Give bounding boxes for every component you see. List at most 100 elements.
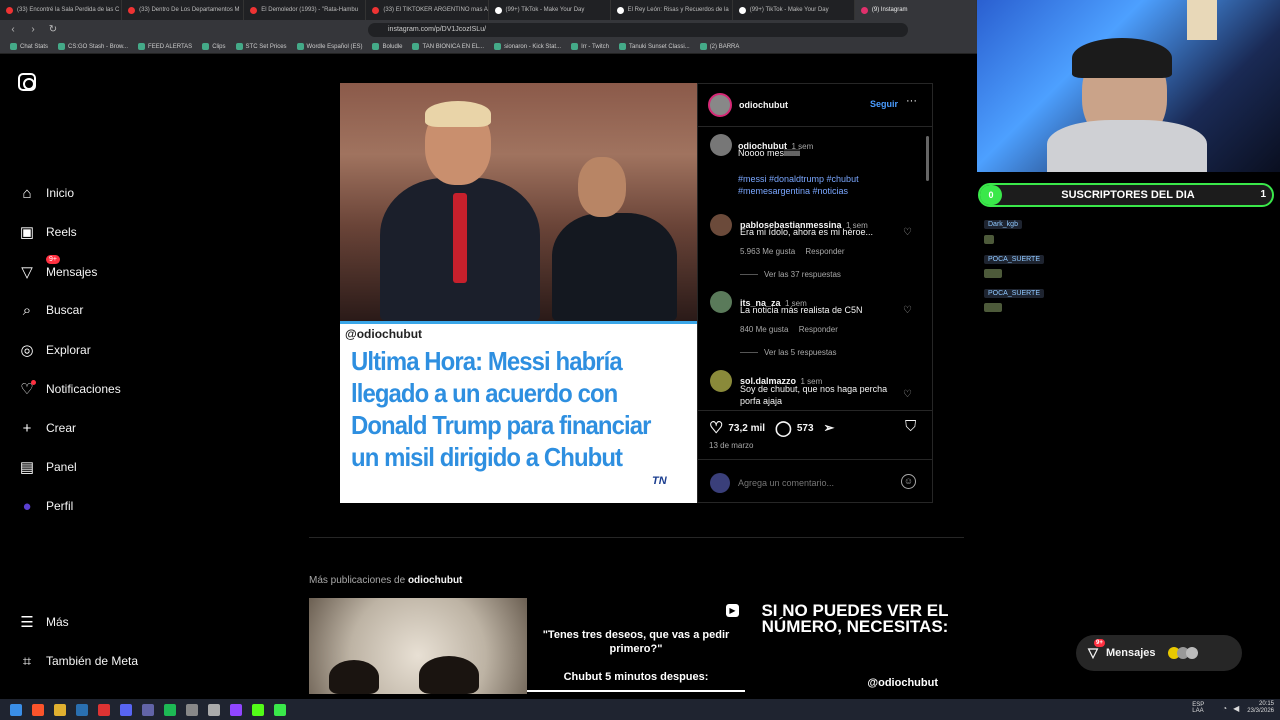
twitch-icon[interactable] [230, 703, 242, 716]
post-thumbnail[interactable]: SI NO PUEDES VER EL NÚMERO, NECESITAS: @… [746, 598, 964, 694]
more-posts-user[interactable]: odiochubut [408, 575, 462, 586]
post-image[interactable]: @odiochubut Ultima Hora: Messi habría ll… [340, 83, 697, 503]
discord-icon[interactable] [120, 703, 132, 716]
sidebar-item-explorar[interactable]: ◎ Explorar [18, 340, 90, 360]
address-bar[interactable]: instagram.com/p/DV1JcozISLu/ [368, 23, 908, 37]
sidebar-item-mensajes[interactable]: 9+ ▽ Mensajes [18, 255, 97, 282]
comment-input[interactable] [738, 476, 888, 490]
tab-favicon-icon [6, 6, 13, 14]
like-icon[interactable]: ♡ [709, 418, 723, 438]
chrome-icon[interactable] [98, 703, 110, 716]
browser-tab[interactable]: (33) Encontré la Sala Perdida de las C [0, 0, 123, 20]
folder-icon[interactable] [54, 703, 66, 716]
app-icon[interactable] [208, 703, 220, 716]
browser-tab[interactable]: El Demoledor (1993) - "Rata-Hambu [244, 0, 367, 20]
bookmark-favicon-icon [412, 43, 420, 50]
subscribers-bar: 0 SUSCRIPTORES DEL DIA 1 [978, 183, 1274, 207]
bookmark-item[interactable]: Irr - Twitch [571, 43, 609, 50]
share-icon[interactable]: ➢ [824, 420, 835, 436]
comment-likes[interactable]: 840 Me gusta [740, 325, 788, 334]
heart-icon[interactable]: ♡ [903, 305, 912, 316]
bookmark-item[interactable]: Clips [202, 43, 226, 50]
follow-button[interactable]: Seguir [870, 99, 898, 109]
steam-icon[interactable] [76, 703, 88, 716]
browser-tab[interactable]: El Rey León: Risas y Recuerdos de la [611, 0, 733, 20]
sidebar-item-crear[interactable]: + Crear [18, 418, 76, 438]
obs-icon[interactable] [274, 703, 286, 716]
bookmark-item[interactable]: Boludle [372, 43, 402, 50]
author-avatar[interactable] [708, 93, 732, 117]
comment-likes[interactable]: 5.963 Me gusta [740, 247, 795, 256]
bookmark-item[interactable]: STC Set Prices [235, 43, 287, 50]
caption-hashtags[interactable]: #messi #donaldtrump #chubut #memesargent… [738, 173, 888, 197]
post-date: 13 de marzo [709, 441, 754, 450]
wifi-icon[interactable]: ◔ [1222, 704, 1227, 713]
more-options-icon[interactable]: ··· [906, 95, 917, 107]
heart-icon[interactable]: ♡ [903, 389, 912, 400]
save-bookmark-icon[interactable]: ⛉ [905, 418, 916, 435]
sidebar-item-panel[interactable]: ▤ Panel [18, 457, 77, 477]
bookmark-favicon-icon [235, 43, 243, 50]
comment-avatar[interactable] [710, 214, 732, 236]
sidebar-item-notificaciones[interactable]: ♡ Notificaciones [18, 379, 121, 399]
caption-text: Noooo mesiiiiiiii [738, 148, 801, 158]
clock-time[interactable]: 20:15 [1259, 701, 1274, 708]
system-tray: ESP LAA ◔ ◀ 20:15 23/3/2026 [1192, 701, 1274, 715]
heart-icon[interactable]: ♡ [903, 227, 912, 238]
bookmark-item[interactable]: sionaron - Kick Stat... [494, 43, 561, 50]
browser-tab[interactable]: (99+) TikTok - Make Your Day [489, 0, 611, 20]
sidebar-item-perfil[interactable]: ● Perfil [18, 496, 73, 516]
reply-button[interactable]: Responder [799, 325, 838, 334]
author-name[interactable]: odiochubut [739, 100, 788, 110]
messages-pill[interactable]: ▽ 9+ Mensajes [1076, 635, 1242, 671]
reply-button[interactable]: Responder [805, 247, 844, 256]
start-icon[interactable] [10, 703, 22, 716]
brave-icon[interactable] [32, 703, 44, 716]
comment-icon[interactable]: ◯ [775, 419, 792, 437]
bookmark-item[interactable]: FEED ALERTAS [138, 43, 192, 50]
spotify-icon[interactable] [164, 703, 176, 716]
view-replies[interactable]: Ver las 37 respuestas [740, 270, 841, 279]
tab-label: (33) Dentro De Los Departamentos M [139, 7, 240, 13]
clock-date[interactable]: 23/3/2026 [1247, 708, 1274, 715]
bookmark-item[interactable]: Tanuki Sunset Classi... [618, 43, 690, 50]
sidebar-item-label: Panel [46, 460, 77, 474]
view-replies[interactable]: Ver las 5 respuestas [740, 348, 836, 357]
emoji-icon[interactable]: ☺ [901, 474, 916, 489]
bookmark-item[interactable]: Chat Stats [10, 43, 48, 50]
reels-icon: ▣ [19, 224, 35, 241]
post-thumbnail[interactable]: ▶ "Tenes tres deseos, que vas a pedir pr… [527, 598, 745, 694]
bookmark-item[interactable]: Wordle Español (ES) [296, 43, 362, 50]
language-indicator[interactable]: ESP LAA [1192, 702, 1214, 714]
menu-icon: ☰ [20, 614, 34, 631]
reload-icon[interactable]: ↻ [46, 23, 60, 37]
post-headline: Ultima Hora: Messi habría llegado a un a… [351, 346, 651, 472]
volume-icon[interactable]: ◀ [1233, 704, 1239, 713]
browser-tab[interactable]: (9) Instagram [854, 0, 977, 20]
kick-icon[interactable] [252, 703, 264, 716]
browser-tab[interactable]: (33) Dentro De Los Departamentos M [122, 0, 245, 20]
sidebar-item-more[interactable]: ☰ Más [18, 612, 68, 632]
back-icon[interactable]: ‹ [6, 23, 20, 37]
bookmark-item[interactable]: CS:GO Stash - Brow... [58, 43, 128, 50]
comments-scrollbar[interactable] [926, 126, 930, 408]
app-icon[interactable] [186, 703, 198, 716]
comment-avatar[interactable] [710, 291, 732, 313]
instagram-logo-icon[interactable] [18, 73, 36, 91]
comment-avatar[interactable] [710, 370, 732, 392]
sidebar-item-reels[interactable]: ▣ Reels [18, 222, 77, 242]
bookmark-item[interactable]: (2) BARRA [699, 43, 739, 50]
caption-avatar[interactable] [710, 134, 732, 156]
plus-icon: + [22, 419, 32, 437]
bookmark-item[interactable]: TAN BIONICA EN EL... [412, 43, 484, 50]
browser-tab[interactable]: (33) El TIKTOKER ARGENTINO mas A [366, 0, 489, 20]
forward-icon[interactable]: › [26, 23, 40, 37]
sidebar-item-buscar[interactable]: ⌕ Buscar [18, 300, 84, 320]
bookmarks-bar: Chat Stats CS:GO Stash - Brow... FEED ALER… [0, 40, 977, 54]
app-icon[interactable] [142, 703, 154, 716]
tab-favicon-icon [616, 6, 624, 14]
sidebar-item-meta[interactable]: ⌗ También de Meta [18, 651, 138, 671]
sidebar-item-inicio[interactable]: ⌂ Inicio [18, 183, 74, 203]
post-thumbnail[interactable] [309, 598, 527, 694]
browser-tab[interactable]: (99+) TikTok - Make Your Day [733, 0, 855, 20]
